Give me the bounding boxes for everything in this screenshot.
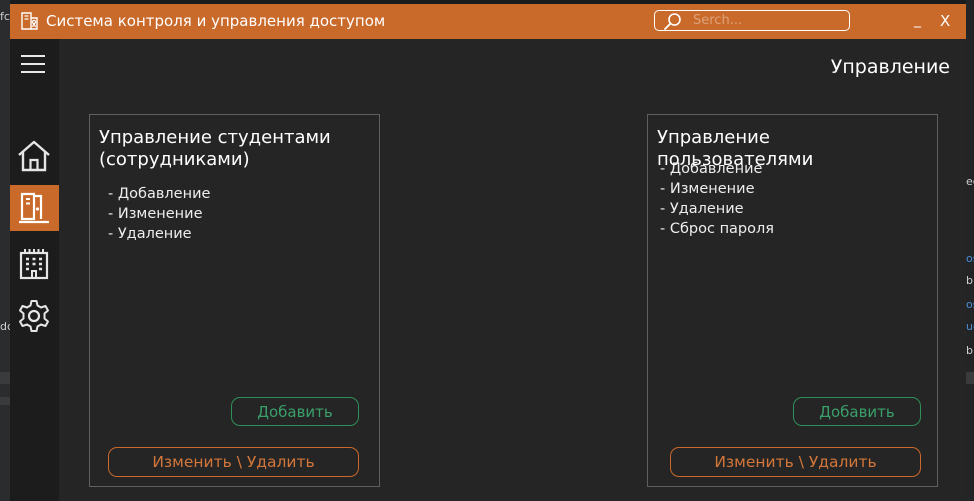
background-text-fragment: ug <box>966 320 974 333</box>
list-item: - Изменение <box>660 181 755 197</box>
list-item: - Добавление <box>108 186 211 202</box>
background-text-fragment: os <box>966 298 974 311</box>
background-text-fragment: b <box>966 344 973 357</box>
add-student-button[interactable]: Добавить <box>231 397 359 426</box>
list-item: - Добавление <box>660 161 763 177</box>
minimize-button[interactable]: _ <box>914 12 921 28</box>
sidebar-item-management[interactable] <box>10 185 59 231</box>
card-title: Управление студентами (сотрудниками) <box>99 127 331 170</box>
users-management-card: Управление пользователями - Добавление -… <box>647 114 938 487</box>
close-button[interactable]: X <box>940 12 950 30</box>
sidebar-item-settings[interactable] <box>10 293 59 339</box>
sidebar-item-home[interactable] <box>10 133 59 179</box>
background-text-fragment: fc <box>0 10 10 23</box>
list-item: - Удаление <box>660 201 744 217</box>
search-input[interactable] <box>693 12 843 29</box>
search-box[interactable] <box>654 10 850 31</box>
edit-delete-student-button[interactable]: Изменить \ Удалить <box>108 447 359 477</box>
building-icon <box>19 249 49 280</box>
app-logo-icon <box>20 11 40 31</box>
hamburger-menu-icon[interactable] <box>19 53 47 75</box>
background-text-fragment: b <box>966 274 973 287</box>
list-item: - Удаление <box>108 226 192 242</box>
home-icon <box>18 140 50 172</box>
feature-list: - Добавление - Изменение - Удаление <box>108 184 210 244</box>
background-bar <box>0 372 10 384</box>
sidebar <box>10 39 59 501</box>
background-window-left <box>0 0 10 501</box>
app-window: Система контроля и управления доступом _… <box>10 4 966 501</box>
title-bar[interactable]: Система контроля и управления доступом _… <box>10 4 966 39</box>
access-control-icon <box>19 192 49 224</box>
background-bar <box>966 372 974 384</box>
background-bar <box>0 397 10 405</box>
add-user-button[interactable]: Добавить <box>793 397 921 426</box>
window-title: Система контроля и управления доступом <box>46 12 386 30</box>
background-text-fragment: ec <box>966 175 974 188</box>
background-text-fragment: os <box>966 252 974 265</box>
list-item: - Изменение <box>108 206 203 222</box>
page-title: Управление <box>830 56 950 78</box>
list-item: - Сброс пароля <box>660 221 774 237</box>
edit-delete-user-button[interactable]: Изменить \ Удалить <box>670 447 921 477</box>
sidebar-item-schedule[interactable] <box>10 241 59 287</box>
feature-list: - Добавление - Изменение - Удаление - Сб… <box>660 159 774 239</box>
settings-icon <box>19 300 49 332</box>
students-management-card: Управление студентами (сотрудниками) - Д… <box>89 114 380 487</box>
search-icon[interactable] <box>663 12 683 30</box>
background-window-right <box>966 0 974 501</box>
